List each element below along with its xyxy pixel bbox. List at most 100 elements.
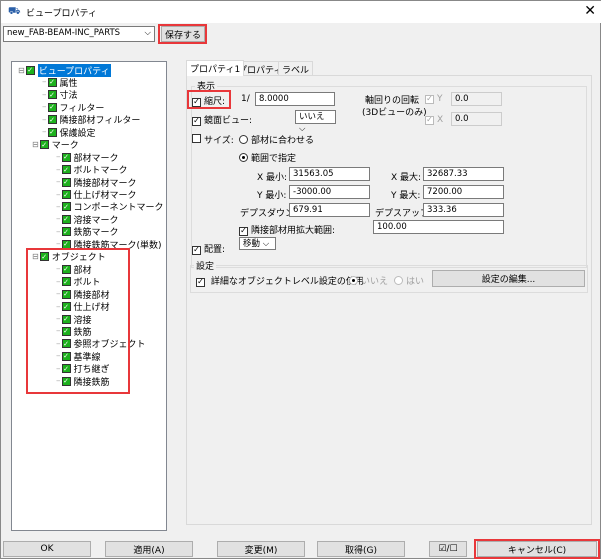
checkbox-checked-icon[interactable]: ✓ <box>61 351 71 361</box>
checkbox-checked-icon[interactable]: ✓ <box>61 177 71 187</box>
checkbox-checked-icon[interactable]: ✓ <box>39 140 49 150</box>
checkbox-checked-icon[interactable]: ✓ <box>61 152 71 162</box>
detail-settings-checkbox[interactable]: ✓ 詳細なオブジェクトレベル設定の使用 <box>196 274 364 287</box>
checkbox-checked-icon[interactable]: ✓ <box>25 65 35 75</box>
ymax-label: Y 最大: <box>391 191 421 201</box>
ok-button[interactable]: OK <box>3 541 91 557</box>
collapse-icon[interactable]: ⊟ <box>18 66 25 75</box>
tree-item[interactable]: – ✓ 打ち継ぎ <box>56 363 110 376</box>
checkbox-checked-icon[interactable]: ✓ <box>47 77 57 87</box>
tab-property1[interactable]: プロパティ1 <box>186 60 245 76</box>
range-radio[interactable]: 範囲で指定 <box>239 151 296 164</box>
tree-item[interactable]: – ✓ 隣接部材フィルター <box>42 114 140 127</box>
tree-item[interactable]: – ✓ 保護設定 <box>42 126 96 139</box>
tree-item[interactable]: – ✓ 参照オブジェクト <box>56 338 146 351</box>
checkbox-checked-icon[interactable]: ✓ <box>61 190 71 199</box>
checkbox-checked-icon[interactable]: ✓ <box>39 252 49 262</box>
fit-radio[interactable]: 部材に合わせる <box>239 133 314 146</box>
checkbox-checked-icon[interactable]: ✓ <box>61 165 71 175</box>
tree-item-label: 隣接部材マーク <box>73 178 137 189</box>
tree-item[interactable]: – ✓ 部材 <box>56 263 92 276</box>
checkbox-checked-icon[interactable]: ✓ <box>61 227 71 237</box>
placement-select[interactable]: 移動 ⌵ <box>239 237 276 250</box>
mirror-checkbox[interactable]: ✓ 鏡面ビュー: <box>192 113 252 126</box>
placement-checkbox[interactable]: ✓ 配置: <box>192 242 225 255</box>
size-checkbox[interactable]: サイズ: <box>192 133 234 146</box>
tree-item[interactable]: – ✓ 隣接鉄筋マーク(単数) <box>56 238 162 251</box>
tree-item-object[interactable]: ⊟ ✓ オブジェクト <box>32 251 106 263</box>
tree-item-view-properties[interactable]: ⊟ ✓ ビュープロパティ <box>18 63 111 77</box>
tree-item[interactable]: – ✓ 鉄筋マーク <box>56 226 119 239</box>
tree-item-mark[interactable]: ⊟ ✓ マーク <box>32 139 79 151</box>
xmin-input[interactable]: 31563.05 <box>289 167 370 181</box>
tree-item[interactable]: – ✓ ボルトマーク <box>56 164 128 177</box>
property-tree[interactable]: ⊟ ✓ ビュープロパティ – ✓ 属性 – ✓ 寸法 – ✓ フィルター – ✓ 隣接部材フィルター – ✓ 保護… <box>11 61 167 531</box>
depth-up-input[interactable]: 333.36 <box>423 203 504 217</box>
collapse-icon[interactable]: ⊟ <box>32 140 39 149</box>
tree-item-label: 鉄筋マーク <box>73 228 119 239</box>
checkbox-checked-icon[interactable]: ✓ <box>61 314 71 324</box>
ymin-input[interactable]: -3000.00 <box>289 185 370 199</box>
tree-item[interactable]: – ✓ 仕上げ材 <box>56 301 110 314</box>
tree-item-label: マーク <box>51 141 79 152</box>
checkbox-checked-icon[interactable]: ✓ <box>61 302 71 312</box>
tab-label[interactable]: ラベル <box>278 61 314 76</box>
checkbox-checked-icon[interactable]: ✓ <box>61 264 71 274</box>
collapse-icon[interactable]: ⊟ <box>32 252 39 261</box>
checkbox-checked-icon[interactable]: ✓ <box>61 289 71 299</box>
checkbox-checked-icon[interactable]: ✓ <box>61 214 71 224</box>
adjacent-range-input[interactable]: 100.00 <box>373 220 504 234</box>
tree-item[interactable]: – ✓ コンポーネントマーク <box>56 201 164 214</box>
checkbox-checked-icon[interactable]: ✓ <box>61 277 71 287</box>
toggle-all-button[interactable]: ☑/☐ <box>429 541 467 557</box>
tree-item[interactable]: – ✓ 寸法 <box>42 89 78 102</box>
checkbox-checked-icon[interactable]: ✓ <box>61 339 71 349</box>
tree-item-label: 部材 <box>73 265 92 276</box>
no-radio: いいえ <box>349 274 388 287</box>
checkbox-checked-icon[interactable]: ✓ <box>61 376 71 386</box>
save-button[interactable]: 保存する <box>161 26 205 42</box>
tree-item[interactable]: – ✓ 隣接鉄筋 <box>56 375 110 388</box>
tree-item[interactable]: – ✓ 隣接部材マーク <box>56 176 137 189</box>
checkbox-checked-icon[interactable]: ✓ <box>61 239 71 249</box>
tree-item[interactable]: – ✓ 鉄筋 <box>56 325 92 338</box>
checkbox-checked-icon[interactable]: ✓ <box>47 102 57 112</box>
tree-item-label: ビュープロパティ <box>37 63 111 77</box>
tree-item[interactable]: – ✓ 溶接マーク <box>56 213 119 226</box>
checkbox-checked-icon[interactable]: ✓ <box>47 127 57 137</box>
depth-down-input[interactable]: 679.91 <box>289 203 370 217</box>
checkbox-checked-icon[interactable]: ✓ <box>47 90 57 100</box>
xmin-label: X 最小: <box>257 173 288 183</box>
dialog-window: ⛟ ビュープロパティ ✕ new_FAB-BEAM-INC_PARTS ⌵ 保存す… <box>0 0 601 559</box>
preset-select[interactable]: new_FAB-BEAM-INC_PARTS ⌵ <box>3 26 155 42</box>
checkbox-checked-icon[interactable]: ✓ <box>61 364 71 374</box>
checkbox-checked-icon[interactable]: ✓ <box>61 202 71 212</box>
get-button[interactable]: 取得(G) <box>317 541 405 557</box>
xmax-input[interactable]: 32687.33 <box>423 167 504 181</box>
edit-settings-button[interactable]: 設定の編集... <box>432 270 585 287</box>
tree-item-label: 寸法 <box>59 91 78 102</box>
tree-item-label: 打ち継ぎ <box>73 365 110 376</box>
apply-button[interactable]: 適用(A) <box>105 541 193 557</box>
tree-item[interactable]: – ✓ 基準線 <box>56 350 101 363</box>
close-icon[interactable]: ✕ <box>584 3 596 19</box>
scale-checkbox[interactable]: ✓ 縮尺: <box>192 94 225 107</box>
adjacent-range-checkbox[interactable]: ✓ 隣接部材用拡大範囲: <box>239 223 335 236</box>
checkbox-checked-icon[interactable]: ✓ <box>47 115 57 125</box>
mirror-select[interactable]: いいえ ⌵ <box>295 110 336 134</box>
cancel-button[interactable]: キャンセル(C) <box>477 541 597 557</box>
tree-item[interactable]: – ✓ 仕上げ材マーク <box>56 189 137 202</box>
scale-input[interactable]: 8.0000 <box>255 92 335 106</box>
ymax-input[interactable]: 7200.00 <box>423 185 504 199</box>
tree-item[interactable]: – ✓ 溶接 <box>56 313 92 326</box>
checkbox-checked-icon[interactable]: ✓ <box>61 326 71 336</box>
tree-item[interactable]: – ✓ 属性 <box>42 76 78 89</box>
tree-item-label: ボルト <box>73 278 101 289</box>
xmax-label: X 最大: <box>391 173 422 183</box>
tree-item[interactable]: – ✓ ボルト <box>56 276 101 289</box>
tree-item[interactable]: – ✓ 部材マーク <box>56 151 119 164</box>
tree-item[interactable]: – ✓ フィルター <box>42 101 104 114</box>
tree-item[interactable]: – ✓ 隣接部材 <box>56 288 110 301</box>
modify-button[interactable]: 変更(M) <box>217 541 305 557</box>
tree-item-label: 溶接マーク <box>73 215 119 226</box>
